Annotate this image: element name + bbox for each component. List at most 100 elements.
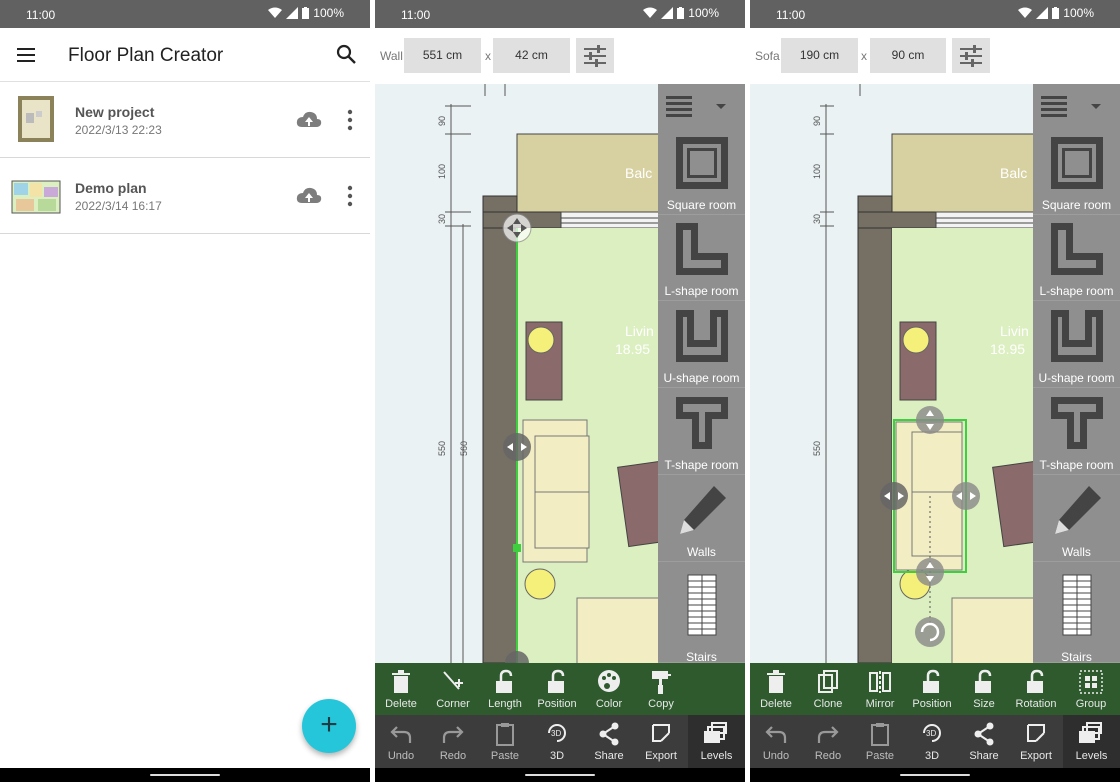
action-bar: Delete Clone Mirror Position Size Rotati…	[750, 663, 1120, 715]
status-time: 11:00	[401, 8, 431, 22]
status-bar: 11:00 100%	[375, 0, 745, 28]
room-name-label: Livin	[1000, 323, 1029, 339]
copy-button[interactable]: Copy	[635, 663, 687, 715]
export-button[interactable]: Export	[1010, 715, 1062, 767]
position-lock-button[interactable]: Position	[906, 663, 958, 715]
hamburger-icon[interactable]	[16, 44, 38, 66]
view-3d-button[interactable]: 3D 3D	[531, 715, 583, 767]
more-vert-icon[interactable]	[346, 184, 354, 208]
length-field[interactable]: 190 cm	[781, 38, 858, 73]
project-row-demo-plan[interactable]: Demo plan 2022/3/14 16:17	[0, 158, 370, 234]
project-row-new-project[interactable]: New project 2022/3/13 22:23	[0, 82, 370, 158]
group-icon	[1079, 670, 1103, 694]
mirror-button[interactable]: Mirror	[854, 663, 906, 715]
pencil-icon	[1055, 486, 1101, 534]
unlock-icon	[1027, 669, 1044, 693]
palette-label: U-shape room	[663, 371, 740, 385]
pencil-icon	[680, 486, 726, 534]
levels-button[interactable]: Levels	[1063, 715, 1120, 768]
add-project-fab[interactable]: +	[302, 699, 356, 753]
dim-label: 30	[812, 214, 822, 224]
search-icon[interactable]	[334, 42, 358, 66]
share-button[interactable]: Share	[958, 715, 1010, 767]
status-bar: 11:00 100%	[0, 0, 370, 28]
palette-stairs[interactable]: Stairs	[658, 563, 745, 664]
status-time: 11:00	[26, 8, 56, 22]
redo-button[interactable]: Redo	[427, 715, 479, 767]
home-indicator[interactable]	[150, 774, 220, 776]
tune-settings-icon[interactable]	[576, 38, 614, 73]
color-button[interactable]: Color	[583, 663, 635, 715]
undo-button[interactable]: Undo	[750, 715, 802, 767]
palette-menu-icon[interactable]	[666, 94, 736, 118]
tune-settings-icon[interactable]	[952, 38, 990, 73]
palette-stairs[interactable]: Stairs	[1033, 563, 1120, 664]
undo-button[interactable]: Undo	[375, 715, 427, 767]
palette-l-shape-room[interactable]: L-shape room	[658, 215, 745, 301]
system-nav-bar	[375, 768, 745, 782]
mirror-icon	[869, 671, 891, 693]
battery-icon	[677, 7, 685, 19]
svg-text:3D: 3D	[926, 729, 936, 738]
unlock-icon	[496, 669, 513, 693]
paste-button[interactable]: Paste	[854, 715, 906, 767]
palette-square-room[interactable]: Square room	[658, 129, 745, 215]
shape-palette: Square room L-shape room U-shape room T-…	[658, 84, 745, 664]
levels-button[interactable]: Levels	[688, 715, 745, 768]
palette-label: L-shape room	[1039, 284, 1114, 298]
room-name-label: Livin	[625, 323, 654, 339]
paste-button[interactable]: Paste	[479, 715, 531, 767]
rotation-lock-button[interactable]: Rotation	[1010, 663, 1062, 715]
battery-level: 100%	[688, 6, 719, 20]
sofa-editor-screen: 11:00 100% Sofa 190 cm x 90 cm 90 100 30…	[750, 0, 1120, 782]
clone-icon	[818, 670, 838, 693]
length-lock-button[interactable]: Length	[479, 663, 531, 715]
project-name: Demo plan	[75, 180, 147, 196]
width-field[interactable]: 90 cm	[870, 38, 946, 73]
export-button[interactable]: Export	[635, 715, 687, 767]
clone-button[interactable]: Clone	[802, 663, 854, 715]
corner-button[interactable]: Corner	[427, 663, 479, 715]
paint-roller-icon	[652, 671, 671, 694]
palette-t-shape-room[interactable]: T-shape room	[1033, 389, 1120, 475]
action-bar: Delete Corner Length Position Color Copy	[375, 663, 745, 715]
position-lock-button[interactable]: Position	[531, 663, 583, 715]
delete-button[interactable]: Delete	[750, 663, 802, 715]
u-shape-room-icon	[676, 310, 728, 362]
dim-label: 560	[459, 441, 469, 456]
home-indicator[interactable]	[525, 774, 595, 776]
navigation-bar: Undo Redo Paste 3D 3D Share Export Levels	[750, 715, 1120, 768]
share-button[interactable]: Share	[583, 715, 635, 767]
delete-button[interactable]: Delete	[375, 663, 427, 715]
unlock-icon	[548, 669, 565, 693]
cloud-upload-icon[interactable]	[296, 185, 322, 207]
palette-l-shape-room[interactable]: L-shape room	[1033, 215, 1120, 301]
project-thumbnail	[11, 180, 61, 214]
layers-icon	[1079, 722, 1102, 743]
thickness-field[interactable]: 42 cm	[493, 38, 570, 73]
corner-icon	[443, 671, 463, 690]
dim-label: 100	[437, 164, 447, 179]
palette-square-room[interactable]: Square room	[1033, 129, 1120, 215]
trash-icon	[767, 670, 785, 693]
balcony-label: Balc	[1000, 165, 1027, 181]
palette-u-shape-room[interactable]: U-shape room	[658, 302, 745, 388]
group-button[interactable]: Group	[1062, 663, 1120, 715]
size-lock-button[interactable]: Size	[958, 663, 1010, 715]
trash-icon	[392, 670, 410, 693]
palette-menu-icon[interactable]	[1041, 94, 1111, 118]
palette-t-shape-room[interactable]: T-shape room	[658, 389, 745, 475]
palette-label: Walls	[1062, 545, 1091, 559]
palette-walls[interactable]: Walls	[658, 476, 745, 562]
view-3d-button[interactable]: 3D 3D	[906, 715, 958, 767]
redo-button[interactable]: Redo	[802, 715, 854, 767]
cloud-upload-icon[interactable]	[296, 109, 322, 131]
palette-label: Walls	[687, 545, 716, 559]
square-room-icon	[676, 137, 728, 189]
length-field[interactable]: 551 cm	[404, 38, 481, 73]
palette-u-shape-room[interactable]: U-shape room	[1033, 302, 1120, 388]
more-vert-icon[interactable]	[346, 108, 354, 132]
palette-walls[interactable]: Walls	[1033, 476, 1120, 562]
home-indicator[interactable]	[900, 774, 970, 776]
balcony-label: Balc	[625, 165, 652, 181]
